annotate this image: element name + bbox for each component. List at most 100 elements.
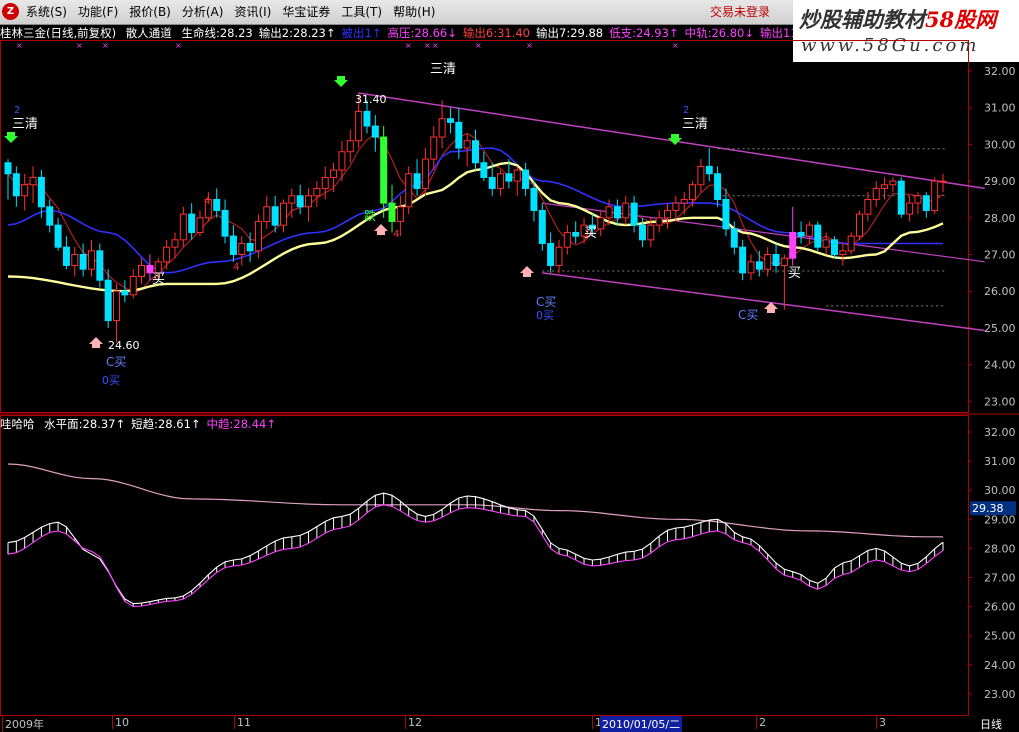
candle-body xyxy=(313,187,321,197)
candle-79 xyxy=(664,203,672,229)
candle-body xyxy=(730,228,738,248)
sub-legend-item-2: 中趋:28.44↑ xyxy=(206,417,276,431)
buy-label-3: 买 xyxy=(788,266,801,281)
candle-body xyxy=(79,254,87,270)
up-arrow-icon-1 xyxy=(89,337,103,348)
candle-8 xyxy=(71,247,79,277)
title-item-6: 低支:24.93↑ xyxy=(609,26,679,40)
indicator-title-bar: 桂林三金(日线,前复权) 散人通道 生命线:28.23 输出2:28.23↑ 被出1… xyxy=(0,25,793,40)
top-marker-5: × xyxy=(424,41,431,50)
candle-89 xyxy=(747,254,755,281)
time-axis-bar: 2009年 10 11 12 1 2 3 2010/01/05/二 日线 xyxy=(0,716,1019,732)
candle-body xyxy=(321,176,329,189)
sub-axis-label-9: 23.00 xyxy=(984,688,1016,701)
down-arrow-icon-3 xyxy=(668,134,682,145)
main-axis-label-7: 25.00 xyxy=(984,322,1016,335)
candle-6 xyxy=(54,217,62,251)
candle-body xyxy=(563,231,571,248)
candle-body xyxy=(438,118,446,138)
period-label[interactable]: 日线 xyxy=(980,716,1002,732)
login-status[interactable]: 交易未登录 xyxy=(710,0,770,24)
watermark-line1-a: 炒股辅助教材 xyxy=(799,7,925,32)
main-axis-label-0: 32.00 xyxy=(984,65,1016,78)
candle-0 xyxy=(4,159,12,200)
candle-body xyxy=(613,206,621,219)
top-marker-1: × xyxy=(76,41,83,50)
signal-num-4a: 4 xyxy=(204,196,210,207)
candle-66 xyxy=(555,239,563,273)
candle-body xyxy=(839,250,847,256)
candle-body xyxy=(213,198,221,211)
candle-36 xyxy=(305,188,313,222)
sub-axis-label-1: 31.00 xyxy=(984,455,1016,468)
candle-body xyxy=(480,162,488,178)
candle-body xyxy=(346,140,354,153)
candle-body xyxy=(822,239,830,248)
buy-label-2: 买 xyxy=(584,226,597,241)
candle-106 xyxy=(889,177,897,193)
candle-26 xyxy=(221,199,229,244)
menu-item-5[interactable]: 华宝证券 xyxy=(282,0,341,24)
candle-body xyxy=(246,242,254,252)
candle-body xyxy=(630,202,638,226)
candle-90 xyxy=(755,250,763,277)
candle-body xyxy=(29,176,37,186)
candle-body xyxy=(455,121,463,149)
candle-52 xyxy=(438,100,446,149)
candle-21 xyxy=(179,206,187,248)
candle-body xyxy=(622,202,630,219)
candle-body xyxy=(689,184,697,200)
sub-frame xyxy=(0,415,969,716)
menu-item-1[interactable]: 功能(F) xyxy=(78,0,129,24)
candle-51 xyxy=(430,126,438,171)
candle-50 xyxy=(421,148,429,196)
candle-body xyxy=(931,180,939,211)
menu-item-7[interactable]: 帮助(H) xyxy=(393,0,446,24)
main-axis-label-6: 26.00 xyxy=(984,285,1016,298)
kline-chart[interactable]: 32.00 31.00 30.00 29.00 28.00 27.00 26.00 25.00… xyxy=(0,40,1019,716)
candle-body xyxy=(764,254,772,270)
candle-14 xyxy=(121,280,129,303)
menu-item-0[interactable]: 系统(S) xyxy=(26,0,78,24)
candle-59 xyxy=(497,170,505,196)
sub-axis-label-8: 24.00 xyxy=(984,659,1016,672)
candle-body xyxy=(221,209,229,237)
candle-body xyxy=(789,231,797,259)
candle-74 xyxy=(622,195,630,226)
candle-10 xyxy=(87,239,95,277)
menu-item-6[interactable]: 工具(T) xyxy=(341,0,393,24)
candle-5 xyxy=(46,199,54,233)
candle-body xyxy=(229,235,237,255)
candle-15 xyxy=(129,269,137,299)
candle-12 xyxy=(104,269,112,328)
candle-105 xyxy=(881,177,889,200)
menu-item-3[interactable]: 分析(A) xyxy=(182,0,235,24)
signal-num-2: 2 xyxy=(683,105,689,116)
top-marker-9: × xyxy=(672,41,679,50)
candle-62 xyxy=(522,162,530,196)
candle-67 xyxy=(563,225,571,255)
candle-4 xyxy=(37,170,45,218)
candle-body xyxy=(856,213,864,237)
candle-body xyxy=(279,202,287,226)
main-menu: 系统(S) 功能(F) 报价(B) 分析(A) 资讯(I) 华宝证券 工具(T) 帮助(H) xyxy=(26,0,446,24)
candle-body xyxy=(62,246,70,267)
title-item-1: 输出2:28.23↑ xyxy=(258,26,336,40)
candle-body xyxy=(254,220,262,252)
buy-label-1: 买 xyxy=(152,272,165,287)
candle-body xyxy=(363,110,371,127)
title-item-7: 中轨:26.80↓ xyxy=(684,26,755,40)
menu-item-4[interactable]: 资讯(I) xyxy=(234,0,282,24)
down-arrow-icon-1 xyxy=(4,132,18,143)
watermark-line1-b: 58股网 xyxy=(925,7,997,32)
candle-111 xyxy=(931,177,939,215)
candle-body xyxy=(497,173,505,189)
candle-body xyxy=(196,217,204,233)
candle-body xyxy=(513,169,521,182)
title-item-2: 被出1↑ xyxy=(341,26,382,40)
candle-body xyxy=(814,224,822,248)
candle-83 xyxy=(697,159,705,193)
menu-item-2[interactable]: 报价(B) xyxy=(129,0,182,24)
candle-19 xyxy=(163,239,171,270)
title-item-8: 输出11 xyxy=(760,26,793,40)
